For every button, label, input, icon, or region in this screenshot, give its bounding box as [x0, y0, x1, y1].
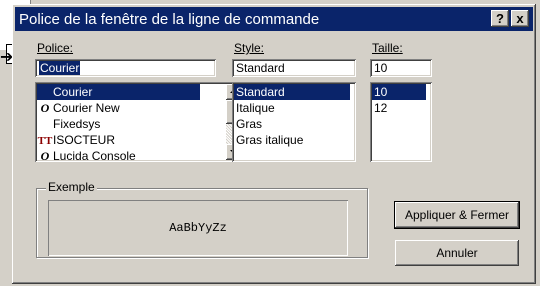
close-button[interactable]: x: [511, 10, 529, 27]
font-list-item[interactable]: Courier: [37, 84, 200, 100]
cancel-button[interactable]: Annuler: [395, 240, 519, 266]
style-list-item-label: Standard: [236, 85, 285, 99]
dialog-title: Police de la fenêtre de la ligne de comm…: [19, 11, 320, 28]
size-list[interactable]: 10 12: [370, 82, 432, 162]
style-list-item-label: Gras: [236, 117, 263, 131]
font-list-item-label: ISOCTEUR: [53, 133, 116, 147]
title-bar[interactable]: Police de la fenêtre de la ligne de comm…: [15, 7, 533, 31]
style-list-item[interactable]: Gras italique: [234, 132, 350, 148]
size-label: Taille:: [372, 41, 403, 55]
size-input[interactable]: 10: [370, 59, 432, 77]
font-list-item[interactable]: Fixedsys: [37, 116, 200, 132]
size-list-item-label: 10: [374, 85, 388, 99]
size-list-item[interactable]: 10: [372, 84, 426, 100]
font-dialog: Police de la fenêtre de la ligne de comm…: [12, 4, 536, 284]
style-list-item[interactable]: Italique: [234, 100, 350, 116]
size-list-item-label: 12: [374, 101, 388, 115]
truetype-font-icon: TT: [37, 135, 53, 147]
size-list-item[interactable]: 12: [372, 100, 426, 116]
style-list-item-label: Gras italique: [236, 133, 304, 147]
font-label: Police:: [37, 41, 74, 55]
help-button[interactable]: ?: [491, 10, 509, 27]
font-list-item[interactable]: TTISOCTEUR: [37, 132, 200, 148]
size-input-value: 10: [374, 61, 388, 75]
font-list-item[interactable]: O Lucida Console: [37, 148, 200, 162]
font-list-item-label: Courier: [53, 85, 93, 99]
apply-close-button[interactable]: Appliquer & Fermer: [394, 201, 520, 229]
font-input[interactable]: Courier: [35, 59, 216, 77]
style-list-item-label: Italique: [236, 101, 275, 115]
font-input-value: Courier: [39, 61, 81, 75]
opentype-font-icon: O: [40, 149, 50, 162]
style-input[interactable]: Standard: [232, 59, 356, 77]
style-list[interactable]: Standard Italique Gras Gras italique: [232, 82, 356, 162]
style-list-item[interactable]: Gras: [234, 116, 350, 132]
style-list-item[interactable]: Standard: [234, 84, 350, 100]
font-list[interactable]: Courier O Courier New Fixedsys TTISOCTEUR O Lu…: [35, 82, 244, 162]
opentype-font-icon: O: [40, 101, 50, 115]
font-list-item-label: Courier New: [53, 101, 120, 115]
sample-preview: AaBbYyZz: [48, 200, 348, 256]
font-list-item[interactable]: O Courier New: [37, 100, 200, 116]
style-label: Style:: [234, 41, 265, 55]
sample-label: Exemple: [46, 180, 97, 194]
style-input-value: Standard: [236, 61, 285, 75]
font-list-item-label: Lucida Console: [53, 149, 136, 162]
font-list-item-label: Fixedsys: [53, 117, 101, 131]
